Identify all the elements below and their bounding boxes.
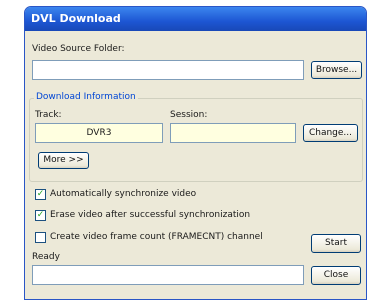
dvl-download-dialog: DVL Download Video Source Folder: Browse… [24, 6, 367, 300]
frame-count-checkbox[interactable] [35, 232, 46, 243]
title-bar: DVL Download [25, 7, 366, 31]
frame-count-label: Create video frame count (FRAMECNT) chan… [50, 232, 263, 242]
track-field[interactable]: DVR3 [35, 123, 163, 143]
browse-button[interactable]: Browse... [311, 61, 362, 79]
start-button[interactable]: Start [311, 234, 361, 253]
session-label: Session: [170, 110, 208, 120]
erase-video-label: Erase video after successful synchroniza… [50, 210, 251, 220]
video-source-input[interactable] [32, 60, 304, 80]
session-field[interactable] [170, 123, 296, 143]
more-button[interactable]: More >> [38, 152, 89, 169]
checkmark-icon: ✓ [36, 210, 45, 220]
status-field [32, 265, 304, 285]
change-button[interactable]: Change... [303, 124, 358, 142]
window-title: DVL Download [31, 12, 121, 25]
track-label: Track: [35, 110, 62, 120]
track-value: DVR3 [86, 128, 112, 138]
download-information-title: Download Information [34, 92, 138, 102]
auto-sync-label: Automatically synchronize video [50, 189, 197, 199]
erase-video-checkbox[interactable]: ✓ [35, 210, 46, 221]
checkmark-icon: ✓ [36, 189, 45, 199]
status-label: Ready [32, 252, 60, 262]
close-button[interactable]: Close [311, 266, 361, 285]
video-source-label: Video Source Folder: [32, 44, 125, 54]
auto-sync-checkbox[interactable]: ✓ [35, 189, 46, 200]
